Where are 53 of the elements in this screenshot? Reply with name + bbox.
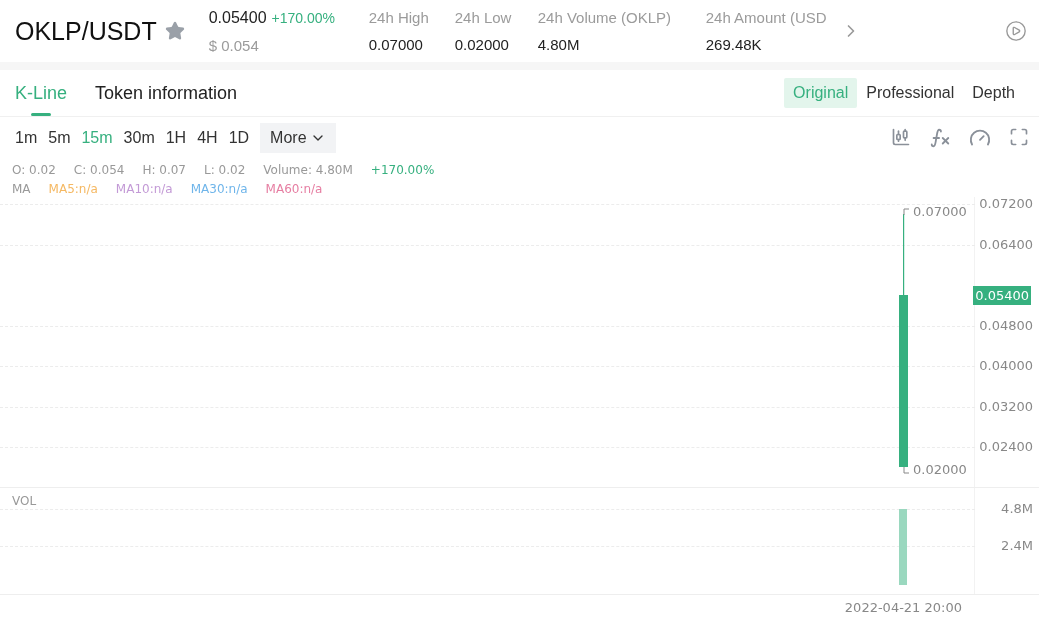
interval-option[interactable]: 1m [15,129,38,147]
interval-option[interactable]: 30m [123,129,155,147]
stat-label: 24h High [368,9,430,26]
pair-title: OKLP/USDT [15,16,157,46]
stat-label: 24h Amount (USD [705,9,828,26]
ohlc-value: O: 0.02 [12,162,56,177]
candlestick-icon[interactable] [891,127,911,147]
ma-value: MA30:n/a [190,181,248,196]
last-price: 0.05400 [208,8,267,26]
interval-option[interactable]: 4H [197,129,218,147]
price-axis-label: 0.02400 [979,439,1033,454]
low-price-marker: 0.02000 [913,462,967,478]
stat-value: 4.80M [537,36,581,53]
fullscreen-icon[interactable] [1009,127,1029,147]
high-price-marker: 0.07000 [913,204,967,220]
stat-value: 269.48K [705,36,763,53]
function-icon[interactable] [929,127,951,149]
fiat-price: $ 0.054 [208,36,260,54]
price-axis-label: 0.04000 [979,358,1033,373]
volume-axis-label: 2.4M [1001,538,1033,553]
ma-value: MA10:n/a [115,181,173,196]
interval-option[interactable]: 5m [48,129,71,147]
price-axis-label: 0.03200 [979,398,1033,414]
price-change: +170.00% [271,9,335,26]
stat-value: 0.02000 [454,36,510,53]
play-icon[interactable] [1005,20,1027,42]
ma-value: MA5:n/a [48,181,98,196]
view-mode-tab[interactable]: Professional [857,78,964,108]
price-axis-label: 0.06400 [979,236,1033,252]
price-axis-label: 0.04800 [979,317,1033,333]
ohlc-value: L: 0.02 [204,162,246,177]
pointer-icon [902,465,910,474]
ohlc-change: +170.00% [370,162,435,177]
ohlc-value: C: 0.054 [73,162,125,177]
interval-option[interactable]: 1D [228,129,250,147]
last-price-label: 0.05400 [973,286,1031,306]
more-button[interactable]: More [260,123,336,153]
ohlc-value: Volume: 4.80M [263,162,353,177]
stat-label: 24h Volume (OKLP) [537,9,673,26]
view-mode-tab[interactable]: Depth [963,78,1024,108]
volume-axis-label: 4.8M [1001,501,1033,516]
tab[interactable]: Token information [95,70,238,116]
ma-label: MA [12,181,31,196]
favorite-star-icon[interactable] [164,21,185,41]
price-axis-label: 0.07200 [979,196,1033,211]
stat-value: 0.07000 [368,36,424,53]
ma-value: MA60:n/a [265,181,323,196]
stat-label: 24h Low [454,9,513,26]
ohlc-value: H: 0.07 [142,162,186,177]
interval-option[interactable]: 1H [165,129,187,147]
pointer-icon [902,207,910,216]
volume-label: VOL [12,494,37,508]
time-axis-label: 2022-04-21 20:00 [844,599,962,615]
